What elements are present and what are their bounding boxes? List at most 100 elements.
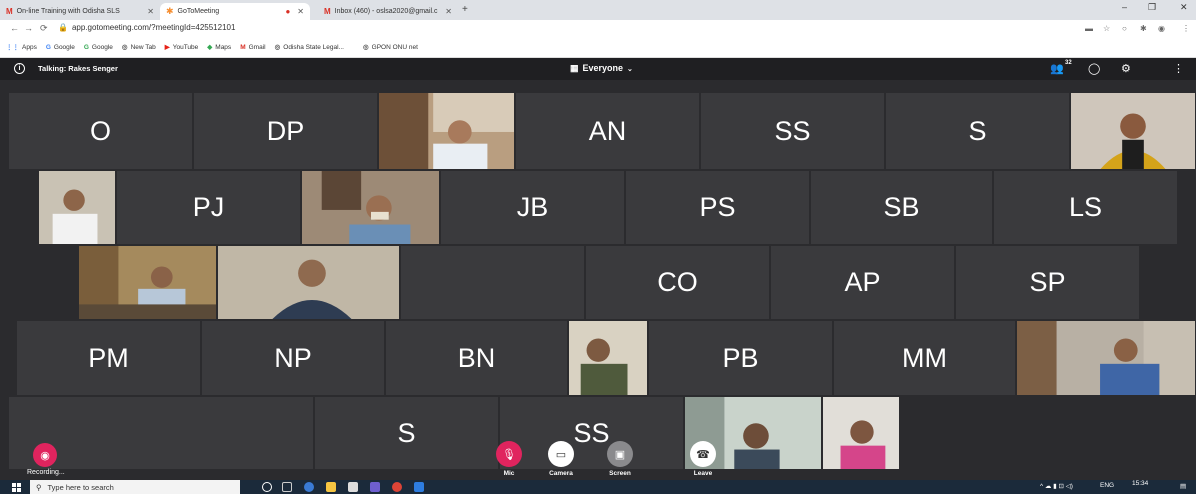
globe-icon: ◎ [362, 44, 369, 51]
bookmark-maps[interactable]: ◆ Maps [207, 43, 231, 51]
record-button[interactable]: ◉ [33, 443, 57, 467]
tab-inbox[interactable]: M Inbox (460) - oslsa2020@gmail.c ✕ [318, 3, 458, 20]
participant-tile[interactable]: BN [385, 320, 568, 396]
participant-video[interactable] [378, 92, 515, 170]
record-icon: ◉ [33, 443, 57, 467]
puzzle-icon[interactable]: ✱ [1140, 24, 1147, 33]
participant-tile[interactable]: SB [810, 170, 993, 245]
view-selector[interactable]: ▦ Everyone ⌄ [570, 63, 633, 74]
chevron-down-icon: ⌄ [627, 66, 633, 73]
recording-dot-icon: ● [285, 7, 291, 16]
google-icon: G [45, 43, 51, 51]
participant-tile[interactable]: S [885, 92, 1070, 170]
gmail-icon: M [240, 43, 246, 51]
bookmark-apps[interactable]: ⋮⋮ Apps [6, 43, 37, 51]
participant-tile[interactable]: PJ [116, 170, 301, 245]
chat-icon[interactable]: ◯ [1088, 62, 1100, 75]
participant-tile[interactable]: SS [700, 92, 885, 170]
bookmark-gpon[interactable]: ◎ GPON ONU net [363, 43, 418, 51]
restore-button[interactable]: ❐ [1148, 2, 1156, 13]
settings-gear-icon[interactable]: ⚙ [1121, 62, 1131, 75]
attendees-icon[interactable]: 👥 [1050, 62, 1064, 75]
edge-icon[interactable] [304, 482, 314, 492]
close-tab-icon[interactable]: ✕ [445, 7, 452, 16]
bookmark-new-tab[interactable]: ◎ New Tab [122, 43, 156, 51]
participant-video[interactable] [217, 245, 400, 320]
bookmark-gmail[interactable]: M Gmail [240, 44, 265, 51]
chrome-icon[interactable] [392, 482, 402, 492]
recording-label: Recording... [27, 469, 65, 476]
profile-icon[interactable]: ◉ [1158, 24, 1165, 33]
meeting-header: i Talking: Rakes Senger ▦ Everyone ⌄ 👥 32 … [0, 58, 1196, 80]
app-icon[interactable] [414, 482, 424, 492]
windows-start-icon[interactable] [12, 483, 21, 492]
notifications-icon[interactable]: ▤ [1180, 482, 1186, 490]
google-icon: G [83, 43, 89, 51]
participant-video[interactable] [1070, 92, 1196, 170]
bookmark-youtube[interactable]: ▶ YouTube [165, 43, 199, 51]
participant-tile[interactable]: JB [440, 170, 625, 245]
camera-button[interactable]: ▭ Camera [548, 441, 574, 477]
screen-share-button[interactable]: ▣ Screen [607, 441, 633, 477]
participant-tile[interactable]: LS [993, 170, 1178, 245]
tray-icons[interactable]: ^ ☁ ▮ ⊡ ◁) [1040, 482, 1073, 490]
camera-blocked-icon[interactable]: ▬ [1085, 24, 1093, 33]
participant-tile[interactable]: SP [955, 245, 1140, 320]
participant-tile[interactable]: PM [16, 320, 201, 396]
participant-video[interactable] [78, 245, 217, 320]
clock[interactable]: 15:34 [1132, 480, 1148, 487]
back-icon[interactable]: ← [10, 23, 19, 33]
participant-tile[interactable]: NP [201, 320, 385, 396]
participant-tile[interactable]: AP [770, 245, 955, 320]
info-icon[interactable]: i [14, 63, 25, 74]
bookmark-odisha[interactable]: ◎ Odisha State Legal... [275, 43, 344, 51]
tab-odisha-training[interactable]: M On-line Training with Odisha SLS ✕ [0, 3, 160, 20]
participant-video[interactable] [568, 320, 648, 396]
gmail-icon: M [6, 7, 13, 16]
tab-gotomeeting[interactable]: ✱ GoToMeeting ● ✕ [160, 3, 310, 20]
cortana-icon[interactable] [262, 482, 272, 492]
participant-video[interactable] [1016, 320, 1196, 396]
participant-video[interactable] [38, 170, 116, 245]
video-grid: O DP AN SS S PJ JB PS SB LS CO AP SP PM … [0, 80, 1196, 470]
participant-tile[interactable]: MM [833, 320, 1016, 396]
more-options-icon[interactable]: ⋮ [1173, 62, 1184, 75]
extension-icon[interactable]: ○ [1122, 24, 1127, 33]
close-tab-icon[interactable]: ✕ [297, 7, 304, 16]
star-icon[interactable]: ☆ [1103, 24, 1110, 33]
app-icon[interactable] [370, 482, 380, 492]
leave-button[interactable]: ☎ Leave [690, 441, 716, 477]
minimize-button[interactable]: – [1122, 2, 1127, 12]
screen-icon: ▣ [607, 441, 633, 467]
video-feed-image [1071, 93, 1195, 169]
participant-tile[interactable]: PB [648, 320, 833, 396]
mic-button[interactable]: 🎙 Mic [496, 441, 522, 477]
language-indicator[interactable]: ENG [1100, 482, 1114, 489]
participant-tile[interactable]: SS [499, 396, 684, 470]
reload-icon[interactable]: ⟳ [40, 23, 48, 34]
participant-tile[interactable]: S [314, 396, 499, 470]
participant-tile[interactable]: PS [625, 170, 810, 245]
mic-muted-icon: 🎙 [496, 441, 522, 467]
url-field[interactable]: 🔒 app.gotomeeting.com/?meetingId=42551210… [58, 23, 235, 32]
new-tab-button[interactable]: + [462, 4, 468, 15]
lock-icon: 🔒 [58, 23, 68, 32]
participant-video[interactable] [822, 396, 900, 470]
menu-icon[interactable]: ⋮ [1182, 24, 1190, 33]
bookmark-google[interactable]: G Google [46, 44, 75, 51]
participant-tile[interactable]: CO [585, 245, 770, 320]
participant-video[interactable] [301, 170, 440, 245]
participant-tile[interactable]: DP [193, 92, 378, 170]
participant-tile[interactable]: AN [515, 92, 700, 170]
store-icon[interactable] [348, 482, 358, 492]
bookmark-google[interactable]: G Google [84, 44, 113, 51]
address-bar: ← → ⟳ 🔒 app.gotomeeting.com/?meetingId=42… [0, 20, 1196, 37]
taskbar-search-box[interactable]: ⚲ Type here to search [30, 480, 240, 494]
participant-tile[interactable]: O [8, 92, 193, 170]
close-window-button[interactable]: ✕ [1180, 2, 1188, 13]
close-tab-icon[interactable]: ✕ [147, 7, 154, 16]
forward-icon[interactable]: → [24, 23, 33, 33]
file-explorer-icon[interactable] [326, 482, 336, 492]
task-view-icon[interactable] [282, 482, 292, 492]
participant-tile[interactable] [400, 245, 585, 320]
